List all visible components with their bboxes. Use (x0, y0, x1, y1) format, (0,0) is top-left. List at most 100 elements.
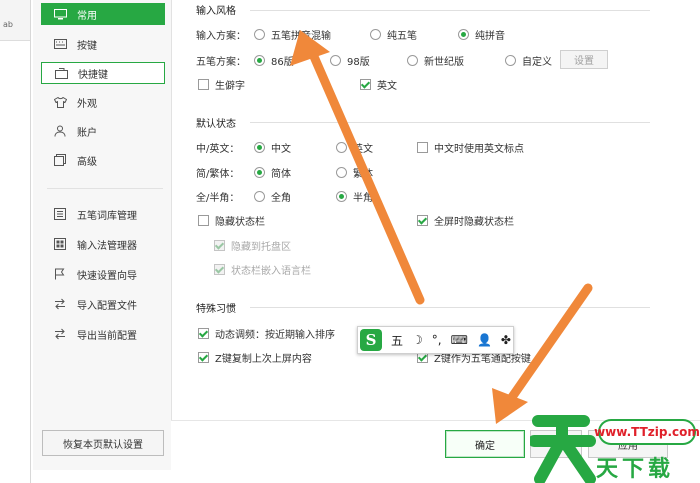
embed-language-bar-checkbox[interactable]: 状态栏嵌入语言栏 (214, 262, 311, 277)
radio-button-selected[interactable] (254, 142, 265, 153)
sidebar-item-account[interactable]: 账户 (41, 120, 165, 142)
export-icon (53, 328, 67, 340)
sidebar-item-label: 按键 (77, 40, 97, 52)
english-checkbox[interactable]: 英文 (360, 77, 397, 92)
fullscreen-hide-checkbox[interactable]: 全屏时隐藏状态栏 (417, 213, 514, 228)
checkbox-checked[interactable] (214, 264, 225, 275)
shortcut-icon (54, 67, 68, 79)
radio-button[interactable] (336, 167, 347, 178)
user-icon[interactable]: 👤 (477, 333, 492, 347)
user-icon (53, 125, 67, 137)
watermark-url: www.TTzip.com (594, 421, 700, 443)
width-option-full[interactable]: 全角 (254, 189, 291, 204)
radio-button-selected[interactable] (336, 191, 347, 202)
z-key-copy-checkbox[interactable]: Z键复制上次上屏内容 (198, 350, 312, 365)
sidebar-item-common[interactable]: 常用 (41, 3, 165, 25)
sidebar-item-advanced[interactable]: 高级 (41, 149, 165, 171)
cn-en-option-chinese[interactable]: 中文 (254, 140, 291, 155)
sidebar-tool-quick-setup[interactable]: 快速设置向导 (41, 263, 165, 285)
moon-icon[interactable]: ☽ (412, 333, 423, 347)
section-title-input-style: 输入风格 (196, 6, 236, 17)
site-watermark: www.TTzip.com 天下载 (530, 405, 700, 483)
simp-trad-option-traditional[interactable]: 繁体 (336, 165, 373, 180)
ime-status-toolbar[interactable]: S 五 ☽ °, ⌨ 👤 ✤ (357, 326, 514, 354)
checkbox-checked[interactable] (360, 79, 371, 90)
keyboard-icon[interactable]: ⌨ (451, 333, 468, 347)
settings-sidebar: 常用 按键 快捷键 外观 账户 高级 五笔词库管理 输入法管理器 快速设置向导 … (33, 0, 172, 470)
simp-trad-label: 简/繁体： (196, 169, 240, 180)
english-punct-checkbox[interactable]: 中文时使用英文标点 (417, 140, 524, 155)
rare-chars-checkbox[interactable]: 生僻字 (198, 77, 245, 92)
checkbox[interactable] (198, 79, 209, 90)
wubi-option-newcentury[interactable]: 新世纪版 (407, 53, 464, 68)
width-label: 全/半角： (196, 193, 240, 204)
sidebar-divider (47, 188, 163, 189)
radio-button[interactable] (254, 191, 265, 202)
sidebar-item-label: 五笔词库管理 (77, 210, 137, 222)
radio-button[interactable] (254, 29, 265, 40)
import-icon (53, 298, 67, 310)
dictionary-icon (53, 208, 67, 220)
radio-button[interactable] (370, 29, 381, 40)
radio-button[interactable] (330, 55, 341, 66)
sidebar-tool-export[interactable]: 导出当前配置 (41, 323, 165, 345)
wubi-mode-icon[interactable]: 五 (391, 332, 403, 349)
scheme-label: 输入方案： (196, 31, 246, 42)
sidebar-item-label: 快捷键 (78, 69, 108, 81)
ok-button[interactable]: 确定 (445, 430, 525, 458)
cn-en-label: 中/英文： (196, 144, 240, 155)
hide-to-tray-checkbox[interactable]: 隐藏到托盘区 (214, 238, 291, 253)
scheme-option-pinyin[interactable]: 纯拼音 (458, 27, 505, 42)
sidebar-item-label: 常用 (77, 10, 97, 22)
background-toolbar-text: ab (3, 20, 13, 29)
sidebar-item-shortcuts[interactable]: 快捷键 (41, 62, 165, 84)
reset-defaults-button[interactable]: 恢复本页默认设置 (42, 430, 164, 456)
keyboard-icon (53, 38, 67, 50)
checkbox-checked[interactable] (198, 328, 209, 339)
cn-en-option-english[interactable]: 英文 (336, 140, 373, 155)
checkbox-checked[interactable] (214, 240, 225, 251)
watermark-brand: 天下载 (596, 456, 675, 482)
watermark-logo-icon (530, 415, 596, 483)
sidebar-tool-dictionary[interactable]: 五笔词库管理 (41, 203, 165, 225)
checkbox-checked[interactable] (417, 215, 428, 226)
section-divider (250, 307, 650, 308)
wubi-option-custom[interactable]: 自定义 (505, 53, 552, 68)
sidebar-item-label: 导出当前配置 (77, 330, 137, 342)
skin-icon[interactable]: ✤ (501, 333, 511, 347)
wubi-scheme-label: 五笔方案： (196, 57, 246, 68)
radio-button-selected[interactable] (254, 55, 265, 66)
advanced-icon (53, 154, 67, 166)
flag-icon (53, 268, 67, 280)
monitor-icon (53, 8, 67, 20)
manager-icon (53, 238, 67, 250)
sidebar-tool-ime-manager[interactable]: 输入法管理器 (41, 233, 165, 255)
sidebar-item-appearance[interactable]: 外观 (41, 91, 165, 113)
shirt-icon (53, 96, 67, 108)
sogou-logo-icon[interactable]: S (360, 329, 382, 351)
checkbox[interactable] (198, 215, 209, 226)
sidebar-item-label: 账户 (77, 127, 97, 139)
checkbox[interactable] (417, 142, 428, 153)
radio-button[interactable] (407, 55, 418, 66)
wubi-option-86[interactable]: 86版 (254, 53, 294, 68)
width-option-half[interactable]: 半角 (336, 189, 373, 204)
simp-trad-option-simplified[interactable]: 简体 (254, 165, 291, 180)
radio-button[interactable] (336, 142, 347, 153)
sidebar-item-keys[interactable]: 按键 (41, 33, 165, 55)
section-divider (250, 10, 650, 11)
scheme-option-mixed[interactable]: 五笔拼音混输 (254, 27, 331, 42)
sidebar-item-label: 快速设置向导 (77, 270, 137, 282)
radio-button-selected[interactable] (254, 167, 265, 178)
punctuation-icon[interactable]: °, (432, 333, 442, 347)
sidebar-item-label: 导入配置文件 (77, 300, 137, 312)
checkbox-checked[interactable] (198, 352, 209, 363)
wubi-settings-button[interactable]: 设置 (560, 50, 608, 69)
radio-button-selected[interactable] (458, 29, 469, 40)
hide-status-bar-checkbox[interactable]: 隐藏状态栏 (198, 213, 265, 228)
radio-button[interactable] (505, 55, 516, 66)
sidebar-tool-import[interactable]: 导入配置文件 (41, 293, 165, 315)
scheme-option-wubi[interactable]: 纯五笔 (370, 27, 417, 42)
dynamic-frequency-checkbox[interactable]: 动态调频：按近期输入排序 (198, 326, 335, 341)
wubi-option-98[interactable]: 98版 (330, 53, 370, 68)
